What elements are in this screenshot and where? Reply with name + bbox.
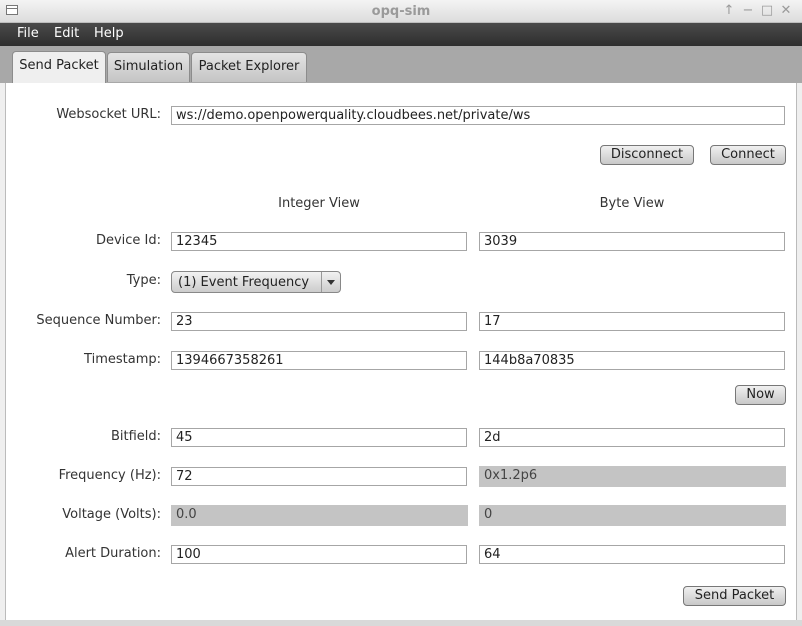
device-id-label: Device Id: [95, 233, 161, 248]
frequency-label: Frequency (Hz): [58, 468, 161, 483]
websocket-url-field[interactable]: ws://demo.openpowerquality.cloudbees.net… [171, 106, 785, 125]
window-bottom-border [0, 620, 802, 626]
timestamp-label: Timestamp: [84, 352, 161, 367]
bitfield-label: Bitfield: [110, 429, 161, 444]
connect-button[interactable]: Connect [710, 145, 786, 165]
menu-file[interactable]: File [15, 26, 41, 41]
voltage-byte-field: 0 [479, 505, 786, 526]
frequency-integer-field[interactable]: 72 [171, 467, 467, 486]
menu-bar: File Edit Help [0, 23, 802, 46]
close-icon[interactable]: ✕ [778, 2, 794, 20]
voltage-label: Voltage (Volts): [62, 507, 161, 522]
integer-view-header: Integer View [278, 196, 360, 211]
window-controls: ↑ − □ ✕ [721, 2, 794, 20]
sequence-number-label: Sequence Number: [36, 313, 161, 328]
maximize-icon[interactable]: □ [759, 2, 775, 20]
tab-send-packet[interactable]: Send Packet [12, 51, 106, 83]
send-packet-button[interactable]: Send Packet [683, 586, 786, 606]
voltage-integer-field: 0.0 [171, 505, 468, 526]
frequency-byte-field: 0x1.2p6 [479, 466, 786, 487]
byte-view-header: Byte View [599, 196, 665, 211]
websocket-url-label: Websocket URL: [56, 107, 161, 122]
title-bar: opq-sim ↑ − □ ✕ [0, 0, 802, 23]
menu-edit[interactable]: Edit [52, 26, 81, 41]
tab-simulation[interactable]: Simulation [107, 52, 190, 82]
tab-packet-explorer[interactable]: Packet Explorer [191, 52, 307, 82]
minimize-icon[interactable]: − [740, 2, 756, 20]
sequence-number-byte-field[interactable]: 17 [479, 312, 785, 331]
device-id-byte-field[interactable]: 3039 [479, 232, 785, 251]
alert-duration-label: Alert Duration: [65, 546, 161, 561]
chevron-down-icon[interactable] [321, 272, 340, 292]
timestamp-byte-field[interactable]: 144b8a70835 [479, 351, 785, 370]
bitfield-byte-field[interactable]: 2d [479, 428, 785, 447]
alert-duration-byte-field[interactable]: 64 [479, 545, 785, 564]
window-title: opq-sim [371, 4, 431, 19]
menu-help[interactable]: Help [92, 26, 126, 41]
alert-duration-integer-field[interactable]: 100 [171, 545, 467, 564]
type-label: Type: [126, 273, 161, 288]
sequence-number-integer-field[interactable]: 23 [171, 312, 467, 331]
now-button[interactable]: Now [735, 385, 786, 405]
type-selected-value: (1) Event Frequency [178, 275, 310, 290]
bitfield-integer-field[interactable]: 45 [171, 428, 467, 447]
tab-strip: Send Packet Simulation Packet Explorer [0, 46, 802, 83]
disconnect-button[interactable]: Disconnect [600, 145, 694, 165]
shade-up-icon[interactable]: ↑ [721, 2, 737, 20]
type-dropdown[interactable]: (1) Event Frequency [171, 271, 341, 293]
timestamp-integer-field[interactable]: 1394667358261 [171, 351, 467, 370]
device-id-integer-field[interactable]: 12345 [171, 232, 467, 251]
